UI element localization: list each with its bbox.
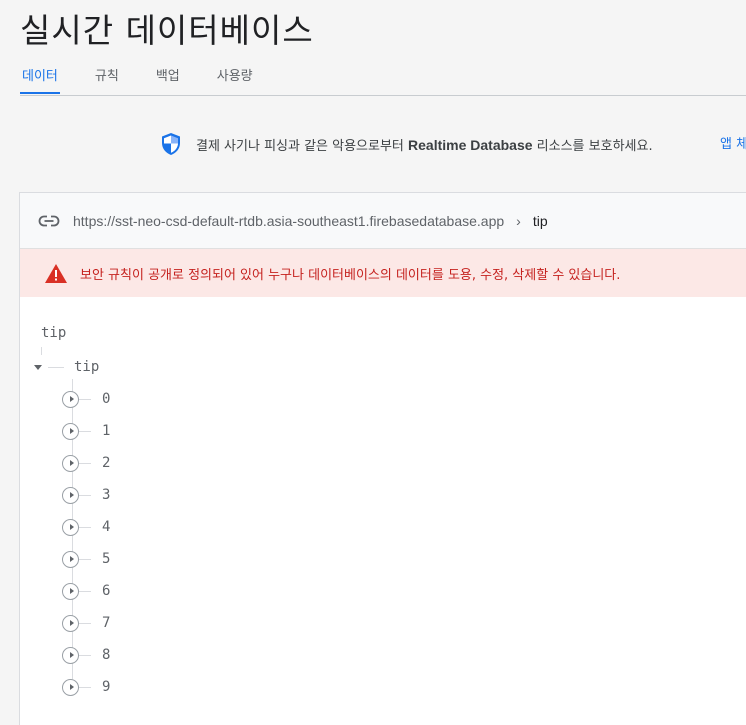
tree-child-node[interactable]: 0 bbox=[62, 388, 110, 410]
tree-root-label: tip bbox=[41, 325, 67, 341]
tree-node-key[interactable]: tip bbox=[74, 359, 99, 375]
tree-connector bbox=[48, 366, 64, 368]
tree-child-key[interactable]: 9 bbox=[102, 679, 110, 695]
database-card: https://sst-neo-csd-default-rtdb.asia-so… bbox=[19, 192, 746, 725]
breadcrumb-current[interactable]: tip bbox=[533, 213, 548, 229]
tree-connector bbox=[41, 347, 42, 355]
tree-connector bbox=[79, 398, 91, 400]
tree-child-key[interactable]: 0 bbox=[102, 391, 110, 407]
app-check-banner: 결제 사기나 피싱과 같은 악용으로부터 Realtime Database 리… bbox=[160, 131, 653, 157]
tree-child-key[interactable]: 3 bbox=[102, 487, 110, 503]
tree-connector bbox=[79, 430, 91, 432]
tree-connector bbox=[79, 654, 91, 656]
tree-child-node[interactable]: 6 bbox=[62, 580, 110, 602]
security-rules-warning: 보안 규칙이 공개로 정의되어 있어 누구나 데이터베이스의 데이터를 도용, … bbox=[20, 249, 746, 297]
tree-child-key[interactable]: 7 bbox=[102, 615, 110, 631]
banner-product-name: Realtime Database bbox=[408, 136, 533, 153]
expand-icon[interactable] bbox=[62, 582, 79, 600]
warning-icon bbox=[45, 263, 67, 283]
tree-connector bbox=[79, 622, 91, 624]
tree-child-node[interactable]: 8 bbox=[62, 644, 110, 666]
tree-connector bbox=[79, 558, 91, 560]
tab-data[interactable]: 데이터 bbox=[20, 62, 60, 94]
tab-backups[interactable]: 백업 bbox=[154, 62, 182, 90]
tree-child-node[interactable]: 2 bbox=[62, 452, 110, 474]
realtime-database-page: 실시간 데이터베이스 데이터 규칙 백업 사용량 결제 사기나 피싱과 같은 악… bbox=[0, 0, 746, 725]
expand-icon[interactable] bbox=[62, 678, 79, 696]
data-tree: tip tip 0 1 2 3 4 5 6 7 8 9 bbox=[20, 297, 746, 725]
tree-node[interactable]: tip bbox=[34, 356, 99, 378]
banner-text-start: 결제 사기나 피싱과 같은 악용으로부터 bbox=[196, 138, 409, 154]
tree-child-node[interactable]: 9 bbox=[62, 676, 110, 698]
tree-child-key[interactable]: 6 bbox=[102, 583, 110, 599]
tree-child-key[interactable]: 8 bbox=[102, 647, 110, 663]
tree-connector bbox=[79, 686, 91, 688]
tree-child-key[interactable]: 1 bbox=[102, 423, 110, 439]
page-title: 실시간 데이터베이스 bbox=[20, 11, 314, 50]
tree-child-node[interactable]: 7 bbox=[62, 612, 110, 634]
tree-connector bbox=[79, 590, 91, 592]
tree-connector bbox=[79, 494, 91, 496]
tab-usage[interactable]: 사용량 bbox=[215, 62, 255, 90]
link-icon[interactable] bbox=[38, 215, 60, 227]
expand-icon[interactable] bbox=[62, 550, 79, 568]
tree-child-key[interactable]: 2 bbox=[102, 455, 110, 471]
expand-icon[interactable] bbox=[62, 518, 79, 536]
expand-icon[interactable] bbox=[62, 390, 79, 408]
tree-child-node[interactable]: 3 bbox=[62, 484, 110, 506]
shield-icon bbox=[162, 133, 180, 155]
expand-icon[interactable] bbox=[62, 486, 79, 504]
tree-child-node[interactable]: 1 bbox=[62, 420, 110, 442]
expand-icon[interactable] bbox=[62, 422, 79, 440]
banner-text-end: 리소스를 보호하세요. bbox=[532, 138, 653, 154]
tree-child-node[interactable]: 5 bbox=[62, 548, 110, 570]
tree-connector bbox=[79, 462, 91, 464]
warning-text: 보안 규칙이 공개로 정의되어 있어 누구나 데이터베이스의 데이터를 도용, … bbox=[80, 267, 621, 283]
tree-connector bbox=[79, 526, 91, 528]
expand-icon[interactable] bbox=[62, 646, 79, 664]
tab-bar: 데이터 규칙 백업 사용량 bbox=[20, 62, 746, 96]
database-url[interactable]: https://sst-neo-csd-default-rtdb.asia-so… bbox=[73, 213, 504, 229]
tree-child-node[interactable]: 4 bbox=[62, 516, 110, 538]
tab-rules[interactable]: 규칙 bbox=[93, 62, 121, 90]
tree-child-key[interactable]: 5 bbox=[102, 551, 110, 567]
tree-child-key[interactable]: 4 bbox=[102, 519, 110, 535]
app-check-link[interactable]: 앱 체 bbox=[720, 133, 746, 152]
breadcrumb-separator-icon: › bbox=[516, 212, 521, 229]
banner-text: 결제 사기나 피싱과 같은 악용으로부터 Realtime Database 리… bbox=[196, 135, 653, 154]
expand-icon[interactable] bbox=[62, 614, 79, 632]
expand-icon[interactable] bbox=[62, 454, 79, 472]
collapse-icon[interactable] bbox=[34, 364, 42, 370]
database-url-bar: https://sst-neo-csd-default-rtdb.asia-so… bbox=[20, 193, 746, 249]
